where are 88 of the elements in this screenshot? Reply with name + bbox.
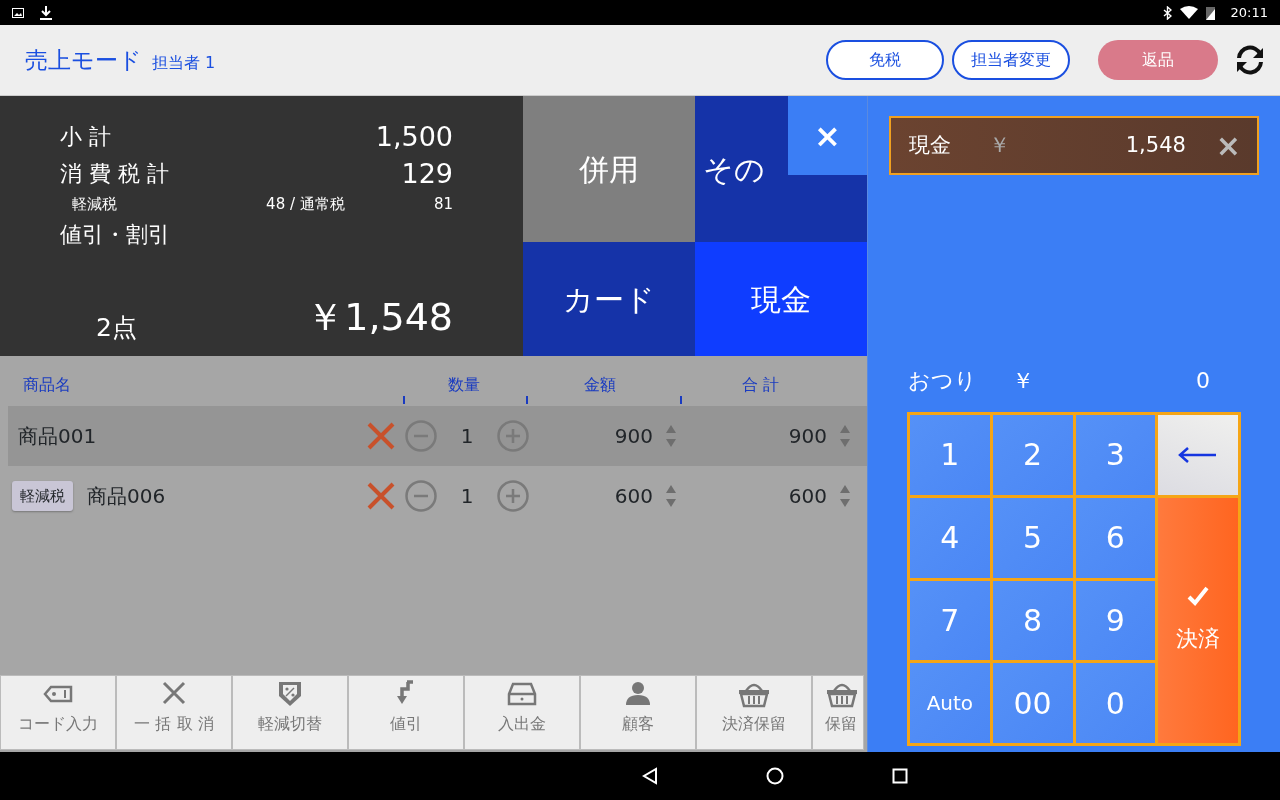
settle-button[interactable]: 決済 — [1158, 497, 1238, 743]
payment-type: 現金 — [909, 131, 951, 159]
toolbar-button[interactable]: 値引 — [348, 675, 464, 750]
tax-breakdown: 48 / 通常税 — [266, 194, 345, 215]
keypad-key[interactable]: 2 — [992, 415, 1073, 495]
column-header: 金額 — [584, 374, 616, 396]
product-name: 商品006 — [87, 483, 166, 510]
change-amount: 0 — [1196, 366, 1210, 395]
staff-label: 担当者 1 — [152, 52, 216, 74]
toolbar-button[interactable]: 顧客 — [580, 675, 696, 750]
sort-arrows-icon[interactable] — [839, 484, 851, 508]
header-button[interactable]: 免税 — [826, 40, 944, 80]
table-row[interactable]: 軽減税 商品006 1 600 600 — [8, 466, 867, 526]
payment-entry[interactable]: 現金 ￥ 1,548 × — [889, 116, 1259, 175]
currency-symbol: ￥ — [989, 131, 1010, 159]
table-row[interactable]: 商品001 1 900 900 — [8, 406, 867, 466]
amount: 900 — [613, 423, 653, 450]
payment-method-tile[interactable]: その — [695, 96, 788, 242]
back-icon[interactable] — [642, 767, 658, 785]
close-button[interactable]: × — [788, 96, 867, 175]
sort-arrows-icon[interactable] — [665, 484, 677, 508]
delete-icon[interactable] — [366, 481, 396, 511]
keypad-key[interactable]: 3 — [1075, 415, 1156, 495]
item-count: 2点 — [96, 311, 137, 344]
auto-key[interactable]: Auto — [910, 663, 990, 743]
keypad-key[interactable]: 6 — [1075, 497, 1156, 578]
image-icon — [12, 7, 24, 18]
currency-symbol: ￥ — [1012, 366, 1034, 395]
download-icon — [40, 5, 52, 20]
quantity: 1 — [459, 423, 475, 450]
discount-label: 値引・割引 — [60, 222, 170, 247]
keypad-key[interactable]: 9 — [1075, 580, 1156, 661]
toolbar-icon — [505, 680, 539, 708]
keypad-key[interactable]: 7 — [910, 580, 990, 661]
payment-method-tile[interactable]: 併用 — [523, 96, 695, 242]
tax-value: 81 — [433, 194, 453, 215]
toolbar-button[interactable]: 決済保留 — [696, 675, 812, 750]
column-header: 商品名 — [23, 374, 71, 396]
keypad-key[interactable]: 5 — [992, 497, 1073, 578]
column-header: 合 計 — [742, 374, 780, 396]
toolbar-button[interactable]: 軽減切替 — [232, 675, 348, 750]
remove-button[interactable]: × — [1209, 129, 1247, 162]
summary-label: 小 計 — [60, 123, 111, 151]
header-button[interactable]: 担当者変更 — [952, 40, 1070, 80]
sort-arrows-icon[interactable] — [839, 424, 851, 448]
column-header: 数量 — [448, 374, 480, 396]
toolbar-button[interactable]: 一 括 取 消 — [116, 675, 232, 750]
screen-title: 売上モード — [25, 45, 142, 75]
sync-icon[interactable] — [1234, 44, 1266, 76]
toolbar-button[interactable]: 保留 — [812, 675, 864, 750]
backspace-key[interactable] — [1158, 415, 1238, 495]
quantity: 1 — [459, 483, 475, 510]
home-icon[interactable] — [766, 767, 784, 785]
battery-icon — [1205, 5, 1215, 20]
payment-method-tile[interactable]: カード — [523, 242, 695, 356]
wifi-icon — [1179, 6, 1198, 19]
check-icon — [1187, 585, 1210, 606]
keypad-key[interactable]: 1 — [910, 415, 990, 495]
tax-badge: 軽減税 — [12, 480, 73, 512]
payment-method-tile[interactable]: 現金 — [695, 242, 867, 356]
grand-total: ￥1,548 — [306, 294, 453, 341]
minus-icon[interactable] — [405, 420, 437, 452]
recents-icon[interactable] — [892, 768, 908, 784]
sort-arrows-icon[interactable] — [665, 424, 677, 448]
keypad-key[interactable]: 00 — [992, 663, 1073, 743]
clock-time: 20:11 — [1230, 3, 1268, 22]
keypad-key[interactable]: 8 — [992, 580, 1073, 661]
arrow-left-icon — [1178, 446, 1219, 463]
summary-value: 1,500 — [375, 120, 453, 154]
line-total: 600 — [787, 483, 827, 510]
line-total: 900 — [787, 423, 827, 450]
summary-label: 消 費 税 計 — [60, 160, 169, 188]
delete-icon[interactable] — [366, 421, 396, 451]
amount: 600 — [613, 483, 653, 510]
bluetooth-icon — [1162, 5, 1172, 20]
toolbar-button[interactable]: 入出金 — [464, 675, 580, 750]
summary-value: 129 — [401, 157, 453, 191]
return-button[interactable]: 返品 — [1098, 40, 1218, 80]
plus-icon[interactable] — [497, 420, 529, 452]
plus-icon[interactable] — [497, 480, 529, 512]
minus-icon[interactable] — [405, 480, 437, 512]
product-name: 商品001 — [18, 423, 97, 450]
tax-label: 軽減税 — [72, 194, 117, 215]
payment-amount: 1,548 — [1125, 131, 1186, 159]
keypad-key[interactable]: 0 — [1075, 663, 1156, 743]
toolbar-button[interactable]: コード入力 — [0, 675, 116, 750]
change-label: おつり — [908, 366, 977, 395]
keypad-key[interactable]: 4 — [910, 497, 990, 578]
